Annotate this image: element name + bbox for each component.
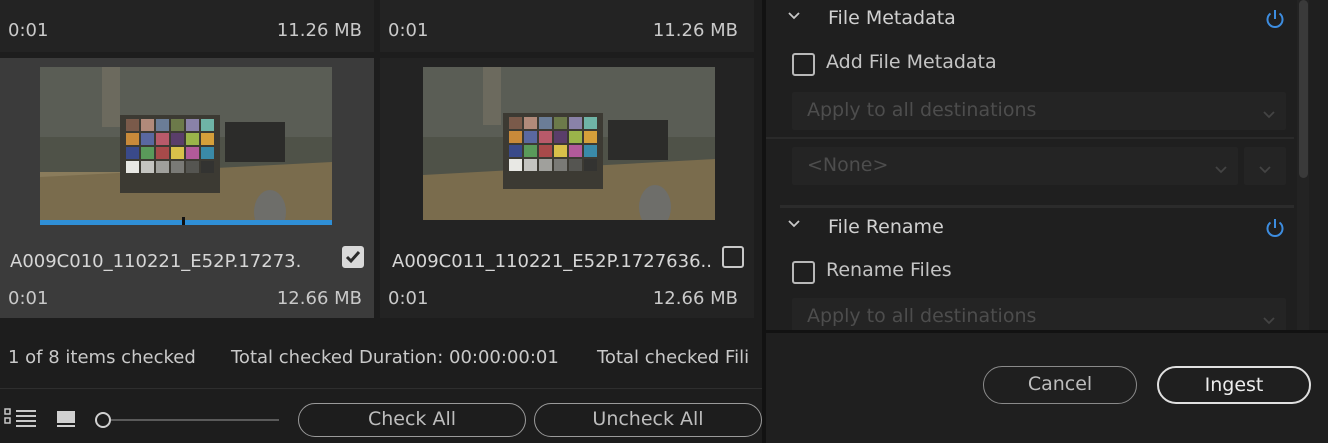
- checkbox-label: Rename Files: [826, 259, 952, 281]
- chevron-down-icon: [1258, 159, 1272, 181]
- divider: [766, 137, 1294, 139]
- clip-size: 11.26 MB: [276, 20, 362, 41]
- dropdown-value: Apply to all destinations: [807, 99, 1037, 121]
- add-file-metadata-checkbox[interactable]: [792, 53, 815, 76]
- clip-duration: 0:01: [8, 20, 49, 41]
- icon-view-icon[interactable]: [56, 410, 78, 428]
- divider: [766, 330, 1328, 333]
- cancel-button[interactable]: Cancel: [983, 366, 1137, 404]
- chevron-down-icon[interactable]: [786, 214, 802, 236]
- ingest-settings-panel: File Metadata Add File Metadata Apply to…: [766, 0, 1328, 443]
- ingest-button[interactable]: Ingest: [1157, 366, 1311, 404]
- clip-thumbnail: [40, 67, 332, 225]
- uncheck-all-button[interactable]: Uncheck All: [534, 403, 762, 437]
- checked-duration: Total checked Duration: 00:00:00:01: [231, 347, 559, 368]
- zoom-slider-handle[interactable]: [95, 412, 111, 428]
- checkbox-label: Add File Metadata: [826, 51, 997, 73]
- clip-checkbox-checked[interactable]: [342, 246, 364, 268]
- power-icon[interactable]: [1264, 217, 1286, 244]
- apply-destinations-dropdown[interactable]: Apply to all destinations: [792, 92, 1286, 130]
- checked-file-size: Total checked Fili: [597, 347, 750, 368]
- section-title: File Rename: [828, 216, 944, 238]
- zoom-slider[interactable]: [95, 419, 279, 421]
- clip-filename: A009C011_110221_E52P.1727636...: [392, 251, 712, 272]
- dropdown-value: Apply to all destinations: [807, 305, 1037, 327]
- chevron-down-icon: [1262, 310, 1276, 330]
- metadata-preset-dropdown[interactable]: <None>: [792, 147, 1238, 185]
- file-metadata-section: File Metadata Add File Metadata Apply to…: [766, 0, 1294, 200]
- list-view-icon[interactable]: [4, 407, 38, 429]
- clip-duration: 0:01: [8, 288, 49, 309]
- status-bar: 1 of 8 items checked Total checked Durat…: [0, 338, 762, 378]
- apply-destinations-dropdown[interactable]: Apply to all destinations: [792, 298, 1286, 330]
- clip-card-top-1[interactable]: 0:01 11.26 MB: [0, 0, 374, 52]
- clip-duration: 0:01: [388, 288, 429, 309]
- clip-size: 11.26 MB: [652, 20, 738, 41]
- clip-card-selected[interactable]: A009C010_110221_E52P.17273... 0:01 12.66…: [0, 58, 374, 318]
- timeline-bar[interactable]: [40, 220, 332, 225]
- browser-footer: Check All Uncheck All: [0, 395, 762, 443]
- clip-card-top-2[interactable]: 0:01 11.26 MB: [380, 0, 754, 52]
- clip-thumbnail: [423, 67, 715, 220]
- clip-checkbox[interactable]: [722, 246, 744, 268]
- scrollbar-thumb[interactable]: [1299, 0, 1308, 178]
- check-all-button[interactable]: Check All: [298, 403, 526, 437]
- section-title: File Metadata: [828, 7, 956, 29]
- rename-files-checkbox[interactable]: [792, 261, 815, 284]
- clip-filename: A009C010_110221_E52P.17273...: [10, 251, 300, 272]
- chevron-down-icon: [1214, 159, 1228, 181]
- preset-menu-button[interactable]: [1244, 147, 1286, 185]
- power-icon[interactable]: [1264, 8, 1286, 35]
- clip-card[interactable]: A009C011_110221_E52P.1727636... 0:01 12.…: [380, 58, 754, 318]
- dropdown-value: <None>: [807, 154, 889, 176]
- playhead[interactable]: [182, 217, 185, 225]
- chevron-down-icon: [1262, 104, 1276, 126]
- clip-size: 12.66 MB: [652, 288, 738, 309]
- clip-size: 12.66 MB: [276, 288, 362, 309]
- chevron-down-icon[interactable]: [786, 6, 802, 28]
- divider: [0, 388, 762, 389]
- checked-count: 1 of 8 items checked: [8, 347, 196, 368]
- clip-duration: 0:01: [388, 20, 429, 41]
- file-rename-section: File Rename Rename Files Apply to all de…: [766, 208, 1294, 330]
- media-browser-panel: 0:01 11.26 MB 0:01 11.26 MB A009C010_110…: [0, 0, 762, 443]
